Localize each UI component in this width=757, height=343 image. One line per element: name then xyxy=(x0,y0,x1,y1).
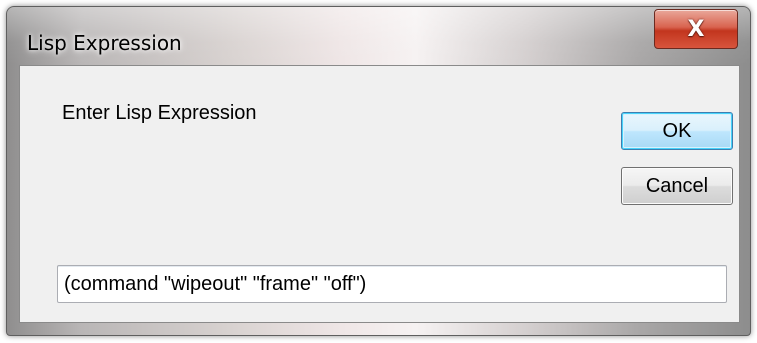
close-icon: X xyxy=(687,16,705,42)
prompt-label: Enter Lisp Expression xyxy=(62,102,257,124)
expression-input[interactable] xyxy=(57,265,727,303)
close-button[interactable]: X xyxy=(654,9,738,49)
ok-button[interactable]: OK xyxy=(621,112,733,150)
lisp-expression-dialog: Lisp Expression X Enter Lisp Expression … xyxy=(6,6,751,336)
cancel-button[interactable]: Cancel xyxy=(621,167,733,205)
dialog-client-area: Enter Lisp Expression OK Cancel xyxy=(19,65,740,323)
title-bar[interactable]: Lisp Expression X xyxy=(7,7,750,65)
window-title: Lisp Expression xyxy=(27,31,182,55)
